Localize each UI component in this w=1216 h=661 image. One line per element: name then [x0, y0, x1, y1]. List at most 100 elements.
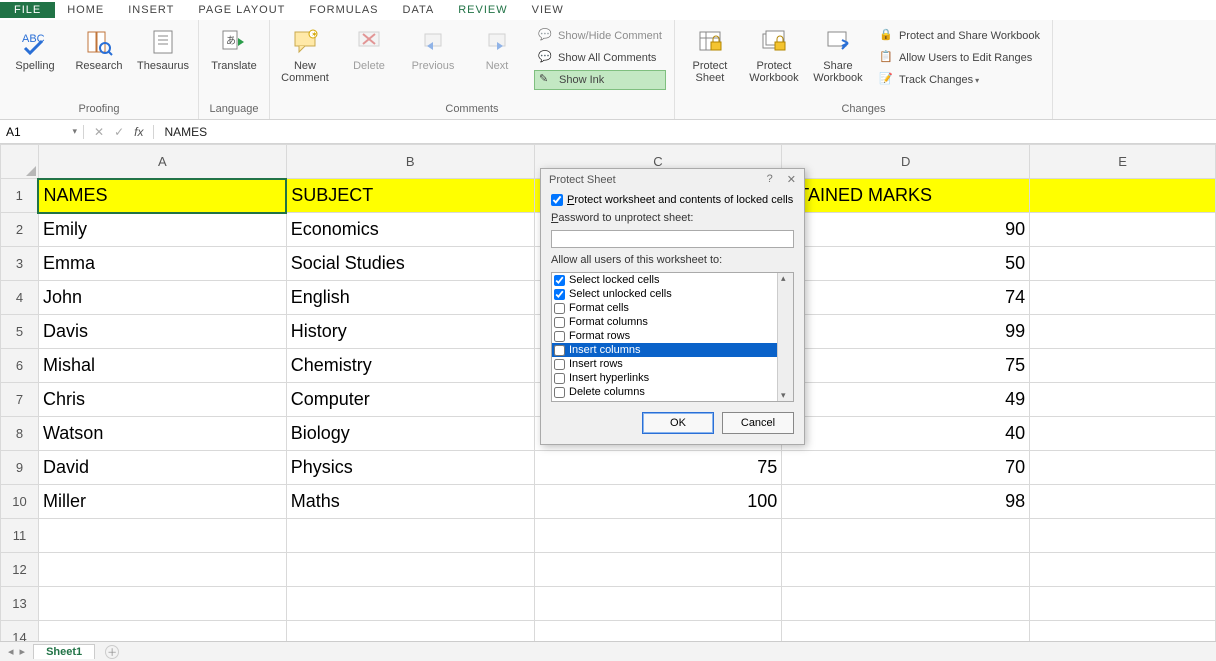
show-all-comments-button[interactable]: 💬Show All Comments [534, 48, 666, 68]
row-header-1[interactable]: 1 [1, 179, 39, 213]
allow-edit-ranges-button[interactable]: 📋Allow Users to Edit Ranges [875, 48, 1044, 68]
cell-A1[interactable]: NAMES [38, 179, 286, 213]
protect-workbook-button[interactable]: Protect Workbook [747, 22, 801, 92]
perm-checkbox[interactable] [554, 345, 565, 356]
cell-D2[interactable]: 90 [782, 213, 1030, 247]
cell-B5[interactable]: History [286, 315, 534, 349]
protect-share-workbook-button[interactable]: 🔒Protect and Share Workbook [875, 26, 1044, 46]
next-comment-button[interactable]: Next [470, 22, 524, 92]
translate-button[interactable]: あ Translate [207, 22, 261, 92]
cell-A4[interactable]: John [38, 281, 286, 315]
cell-B8[interactable]: Biology [286, 417, 534, 451]
cell-B13[interactable] [286, 587, 534, 621]
cell-D5[interactable]: 99 [782, 315, 1030, 349]
password-input[interactable] [551, 230, 794, 248]
research-button[interactable]: Research [72, 22, 126, 92]
cell-B7[interactable]: Computer [286, 383, 534, 417]
permissions-list-items[interactable]: Select locked cellsSelect unlocked cells… [552, 273, 777, 401]
formula-input[interactable]: NAMES [154, 125, 1216, 139]
perm-checkbox[interactable] [554, 359, 565, 370]
cell-C13[interactable] [534, 587, 782, 621]
protect-sheet-button[interactable]: Protect Sheet [683, 22, 737, 92]
delete-comment-button[interactable]: Delete [342, 22, 396, 92]
cell-E9[interactable] [1030, 451, 1216, 485]
show-ink-button[interactable]: ✎Show Ink [534, 70, 666, 90]
cell-D12[interactable] [782, 553, 1030, 587]
cell-B12[interactable] [286, 553, 534, 587]
track-changes-button[interactable]: 📝Track Changes [875, 70, 1044, 90]
cell-A9[interactable]: David [38, 451, 286, 485]
dialog-close-icon[interactable]: ✕ [787, 173, 796, 186]
cell-E13[interactable] [1030, 587, 1216, 621]
cell-B6[interactable]: Chemistry [286, 349, 534, 383]
row-header-8[interactable]: 8 [1, 417, 39, 451]
show-hide-comment-button[interactable]: 💬Show/Hide Comment [534, 26, 666, 46]
tab-file[interactable]: FILE [0, 2, 55, 18]
col-header-E[interactable]: E [1030, 145, 1216, 179]
cell-C9[interactable]: 75 [534, 451, 782, 485]
cancel-button[interactable]: Cancel [722, 412, 794, 434]
cell-A2[interactable]: Emily [38, 213, 286, 247]
cell-D9[interactable]: 70 [782, 451, 1030, 485]
cell-B9[interactable]: Physics [286, 451, 534, 485]
cell-C11[interactable] [534, 519, 782, 553]
perm-checkbox[interactable] [554, 331, 565, 342]
cell-A3[interactable]: Emma [38, 247, 286, 281]
perm-option[interactable]: Select unlocked cells [552, 287, 777, 301]
cell-A13[interactable] [38, 587, 286, 621]
protect-contents-checkbox[interactable]: Protect worksheet and contents of locked… [551, 194, 794, 206]
perm-checkbox[interactable] [554, 275, 565, 286]
tab-page-layout[interactable]: PAGE LAYOUT [186, 2, 297, 18]
perm-option[interactable]: Insert columns [552, 343, 777, 357]
cell-A5[interactable]: Davis [38, 315, 286, 349]
perm-option[interactable]: Insert rows [552, 357, 777, 371]
cell-D1[interactable]: BTAINED MARKS [782, 179, 1030, 213]
cell-B11[interactable] [286, 519, 534, 553]
row-header-10[interactable]: 10 [1, 485, 39, 519]
cell-D6[interactable]: 75 [782, 349, 1030, 383]
tab-formulas[interactable]: FORMULAS [297, 2, 390, 18]
perm-checkbox[interactable] [554, 387, 565, 398]
perm-option[interactable]: Delete rows [552, 399, 777, 401]
row-header-3[interactable]: 3 [1, 247, 39, 281]
cell-E11[interactable] [1030, 519, 1216, 553]
row-header-9[interactable]: 9 [1, 451, 39, 485]
cell-D4[interactable]: 74 [782, 281, 1030, 315]
cell-E2[interactable] [1030, 213, 1216, 247]
cell-D13[interactable] [782, 587, 1030, 621]
permissions-scrollbar[interactable] [777, 273, 793, 401]
tab-view[interactable]: VIEW [520, 2, 576, 18]
perm-checkbox[interactable] [554, 289, 565, 300]
perm-option[interactable]: Format columns [552, 315, 777, 329]
ok-button[interactable]: OK [642, 412, 714, 434]
perm-checkbox[interactable] [554, 303, 565, 314]
spelling-button[interactable]: ABC Spelling [8, 22, 62, 92]
cell-E5[interactable] [1030, 315, 1216, 349]
row-header-11[interactable]: 11 [1, 519, 39, 553]
cell-B10[interactable]: Maths [286, 485, 534, 519]
cell-C12[interactable] [534, 553, 782, 587]
cell-E8[interactable] [1030, 417, 1216, 451]
share-workbook-button[interactable]: Share Workbook [811, 22, 865, 92]
cell-D8[interactable]: 40 [782, 417, 1030, 451]
cell-A6[interactable]: Mishal [38, 349, 286, 383]
select-all-corner[interactable] [1, 145, 39, 179]
cell-A11[interactable] [38, 519, 286, 553]
tab-home[interactable]: HOME [55, 2, 116, 18]
enter-formula-icon[interactable]: ✓ [114, 125, 124, 139]
cell-B1[interactable]: SUBJECT [286, 179, 534, 213]
cell-B3[interactable]: Social Studies [286, 247, 534, 281]
tab-data[interactable]: DATA [391, 2, 447, 18]
perm-option[interactable]: Format rows [552, 329, 777, 343]
insert-function-icon[interactable]: fx [134, 125, 143, 139]
row-header-12[interactable]: 12 [1, 553, 39, 587]
cell-D11[interactable] [782, 519, 1030, 553]
cell-E6[interactable] [1030, 349, 1216, 383]
cell-E12[interactable] [1030, 553, 1216, 587]
cell-D10[interactable]: 98 [782, 485, 1030, 519]
new-comment-button[interactable]: ✶ New Comment [278, 22, 332, 92]
perm-checkbox[interactable] [554, 401, 565, 402]
cancel-formula-icon[interactable]: ✕ [94, 125, 104, 139]
col-header-D[interactable]: D [782, 145, 1030, 179]
sheet-tab-1[interactable]: Sheet1 [33, 644, 95, 659]
